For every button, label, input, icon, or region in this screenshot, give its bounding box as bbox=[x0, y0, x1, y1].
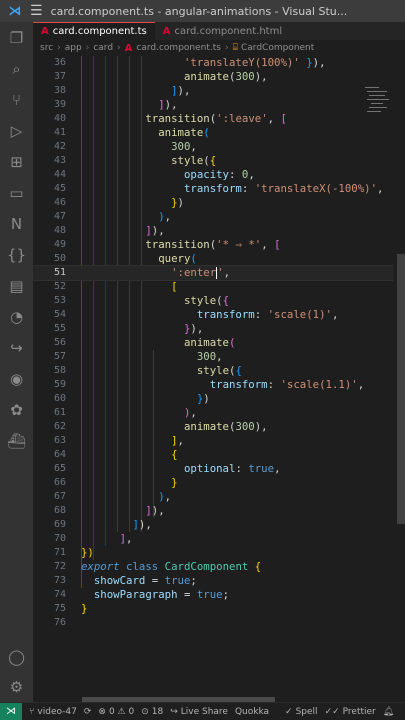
code-line: 62 animate(300), bbox=[53, 420, 268, 433]
code-line: 42 300, bbox=[53, 140, 197, 153]
extensions-icon[interactable]: ⊞ bbox=[0, 146, 33, 177]
code-line: 40 transition(':leave', [ bbox=[53, 112, 287, 125]
code-line: 45 transform: 'translateX(-100%)', bbox=[53, 182, 384, 195]
account-icon[interactable]: ◯ bbox=[0, 648, 33, 666]
code-line: 46 }) bbox=[53, 196, 184, 209]
tab-label: card.component.ts bbox=[52, 26, 147, 37]
live-share-icon[interactable]: ↪ bbox=[0, 332, 33, 363]
code-line: 67 ), bbox=[53, 490, 172, 503]
explorer-icon[interactable]: ❐ bbox=[0, 22, 33, 53]
live-share-button[interactable]: ↪ Live Share bbox=[170, 707, 228, 717]
menu-icon[interactable]: ☰ bbox=[30, 3, 43, 19]
code-line: 57 300, bbox=[53, 350, 223, 363]
activity-bar: ❐ ⌕ ⑂ ▷ ⊞ ▭ N {} ▤ ◔ ↪ ◉ ✿ ⛴ ◯ ⚙ bbox=[0, 22, 33, 702]
code-line: 43 style({ bbox=[53, 154, 217, 167]
nx-console-icon[interactable]: N bbox=[0, 208, 33, 239]
breadcrumb-item[interactable]: card.component.ts bbox=[136, 43, 221, 53]
git-graph-icon[interactable]: ◔ bbox=[0, 301, 33, 332]
code-line: 44 opacity: 0, bbox=[53, 168, 255, 181]
breadcrumb-item[interactable]: src bbox=[40, 43, 53, 53]
branch-indicator[interactable]: ⑂ video-47 bbox=[29, 707, 77, 717]
code-line: 72 export class CardComponent { bbox=[53, 560, 262, 573]
json-icon[interactable]: {} bbox=[0, 239, 33, 270]
spell-button[interactable]: ✓ Spell bbox=[285, 707, 318, 717]
title-bar: ⋊ ☰ card.component.ts - angular-animatio… bbox=[0, 0, 405, 22]
code-line: 53 style({ bbox=[53, 294, 230, 307]
code-line: 37 animate(300), bbox=[53, 70, 268, 83]
code-line: 52 [ bbox=[53, 280, 178, 293]
code-line: 76 bbox=[53, 617, 66, 628]
vscode-logo-icon[interactable]: ⋊ bbox=[0, 4, 30, 19]
code-line: 65 optional: true, bbox=[53, 462, 281, 475]
error-icon: ⊗ bbox=[98, 706, 106, 717]
editor-tabs: A card.component.ts A card.component.htm… bbox=[33, 22, 405, 40]
window-title: card.component.ts - angular-animations -… bbox=[50, 4, 348, 18]
search-icon[interactable]: ⌕ bbox=[0, 53, 33, 84]
run-debug-icon[interactable]: ▷ bbox=[0, 115, 33, 146]
code-line: 56 animate( bbox=[53, 336, 236, 349]
notifications-icon[interactable]: 🔔︎ bbox=[383, 707, 394, 717]
breadcrumb: src › app › card › A card.component.ts › ⌸ C… bbox=[40, 42, 315, 54]
angular-icon: A bbox=[162, 25, 171, 37]
docker-icon[interactable]: ⛴ bbox=[0, 425, 33, 456]
code-editor[interactable]: 36 'translateY(100%)' }), 37 animate(300… bbox=[33, 56, 393, 696]
vertical-scrollbar[interactable] bbox=[397, 254, 405, 524]
code-line: 69 ]), bbox=[53, 518, 152, 531]
remote-explorer-icon[interactable]: ▭ bbox=[0, 177, 33, 208]
code-line: 38 ]), bbox=[53, 84, 191, 97]
prettier-button[interactable]: ✓✓ Prettier bbox=[325, 707, 376, 717]
code-line: 64 { bbox=[53, 448, 178, 461]
code-line-current[interactable]: 51 ':enter', bbox=[33, 265, 393, 281]
code-line: 49 transition('* ⇒ *', [ bbox=[53, 238, 281, 251]
remote-icon[interactable]: ⋊ bbox=[0, 703, 22, 720]
angular-icon: A bbox=[41, 26, 49, 37]
code-line: 63 ], bbox=[53, 434, 184, 447]
double-check-icon: ✓✓ bbox=[324, 706, 340, 717]
problems-indicator[interactable]: ⊗ 0 ⚠ 0 bbox=[98, 707, 134, 717]
code-line: 66 } bbox=[53, 476, 178, 489]
code-line: 68 ]), bbox=[53, 504, 165, 517]
tab-card-component-html[interactable]: A card.component.html bbox=[155, 22, 290, 40]
github-icon[interactable]: ◉ bbox=[0, 363, 33, 394]
code-line: 75} bbox=[53, 602, 88, 615]
sync-icon[interactable]: ⟳ bbox=[84, 707, 92, 717]
git-branch-icon: ⑂ bbox=[29, 706, 35, 717]
code-line: 39 ]), bbox=[53, 98, 178, 111]
code-line: 74 showParagraph = true; bbox=[53, 588, 230, 601]
minimap[interactable] bbox=[365, 85, 393, 115]
code-line: 71}) bbox=[53, 546, 94, 559]
code-line: 55 }), bbox=[53, 322, 204, 335]
settings-sync-icon[interactable]: ✿ bbox=[0, 394, 33, 425]
angular-icon: A bbox=[124, 42, 133, 54]
status-bar: ⋊ ⑂ video-47 ⟳ ⊗ 0 ⚠ 0 ⊙ 18 ↪ Live Share Quo… bbox=[0, 702, 405, 720]
breadcrumb-item[interactable]: app bbox=[65, 43, 82, 53]
code-line: 36 'translateY(100%)' }), bbox=[53, 56, 326, 69]
code-line: 41 animate( bbox=[53, 126, 210, 139]
breadcrumb-item[interactable]: card bbox=[93, 43, 113, 53]
ports-indicator[interactable]: ⊙ 18 bbox=[141, 707, 163, 717]
tab-label: card.component.html bbox=[174, 25, 283, 37]
source-control-icon[interactable]: ⑂ bbox=[0, 84, 33, 115]
ports-icon: ⊙ bbox=[141, 706, 149, 717]
class-icon: ⌸ bbox=[232, 43, 238, 53]
code-line: 61 ), bbox=[53, 406, 197, 419]
code-line: 50 query( bbox=[53, 252, 197, 265]
code-line: 60 }) bbox=[53, 392, 210, 405]
manage-gear-icon[interactable]: ⚙ bbox=[0, 678, 33, 696]
live-share-icon: ↪ bbox=[170, 706, 178, 717]
code-line: 48 ]), bbox=[53, 224, 165, 237]
code-line: 70 ], bbox=[53, 532, 133, 545]
code-line: 47 ), bbox=[53, 210, 172, 223]
breadcrumb-item[interactable]: CardComponent bbox=[241, 43, 314, 53]
check-icon: ✓ bbox=[285, 706, 293, 717]
code-line: 59 transform: 'scale(1.1)', bbox=[53, 378, 365, 391]
code-line: 58 style({ bbox=[53, 364, 242, 377]
tab-card-component-ts[interactable]: A card.component.ts bbox=[33, 22, 155, 40]
code-line: 73 showCard = true; bbox=[53, 574, 197, 587]
quokka-button[interactable]: Quokka bbox=[235, 707, 269, 717]
code-line: 54 transform: 'scale(1)', bbox=[53, 308, 339, 321]
clipboard-icon[interactable]: ▤ bbox=[0, 270, 33, 301]
